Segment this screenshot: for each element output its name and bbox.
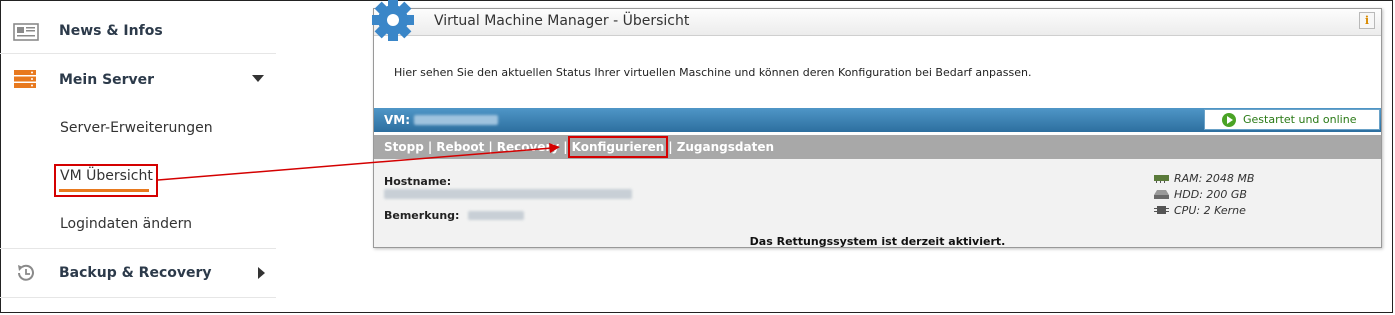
annotation-arrow (157, 143, 560, 181)
